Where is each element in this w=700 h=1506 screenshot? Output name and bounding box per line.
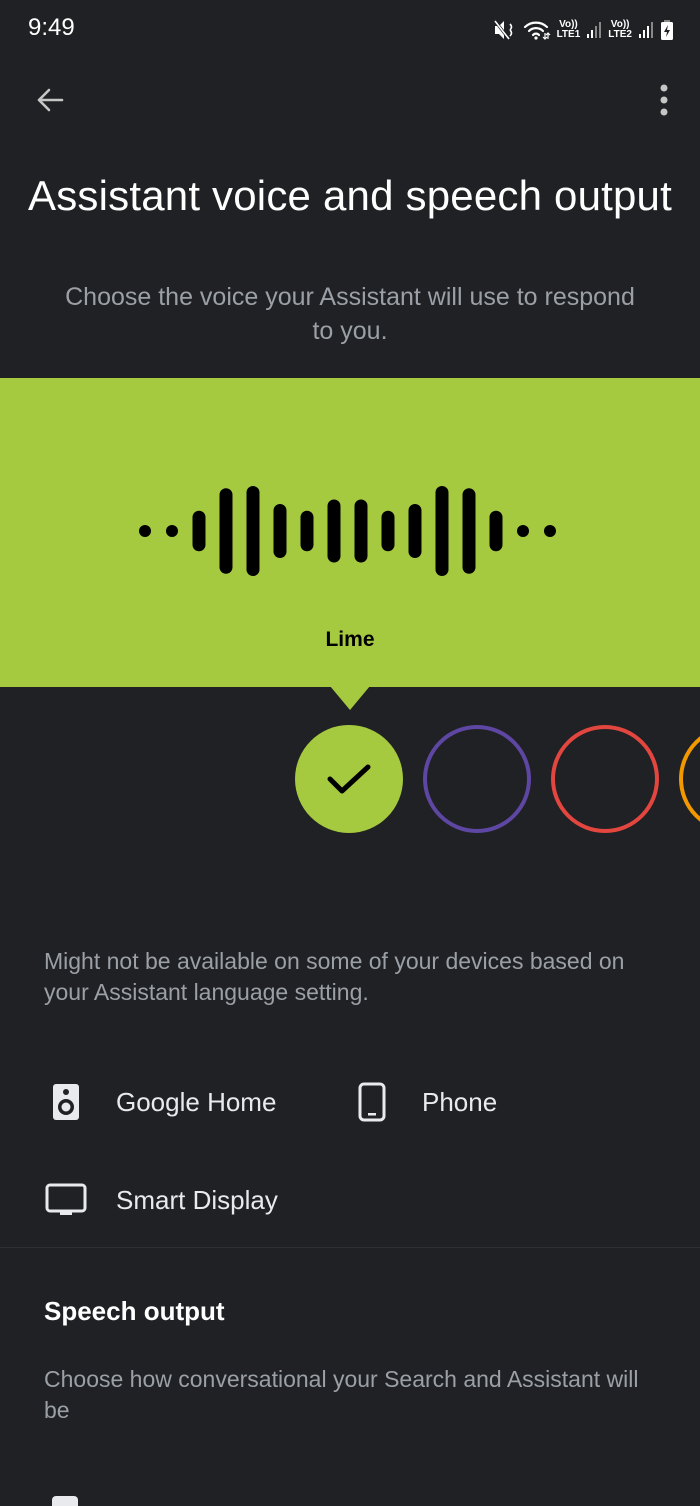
arrow-back-icon [37,88,64,112]
battery-charging-icon [660,19,674,41]
sim1-label: Vo)) LTE1 [557,20,581,40]
waveform-bar [300,510,314,552]
waveform-bar [381,510,395,552]
waveform-bar [166,525,178,537]
status-icons: Vo)) LTE1 Vo)) LTE2 [493,14,674,46]
waveform-bar [354,499,368,563]
device-label: Phone [422,1086,498,1117]
signal-sim1-icon [586,19,602,41]
voice-preview-banner[interactable]: Lime [0,378,700,687]
sim2-label: Vo)) LTE2 [608,20,632,40]
wifi-icon [523,19,551,41]
partial-option-icon [52,1496,78,1506]
app-bar [0,60,700,140]
signal-sim2-icon [638,19,654,41]
checkmark-icon [327,764,371,794]
sim1-lte: LTE1 [556,29,581,40]
device-label: Google Home [116,1086,277,1117]
device-phone: Phone [350,1080,497,1124]
voice-option-lime[interactable] [295,725,403,833]
waveform-bar [408,504,422,558]
waveform-bar [489,510,503,552]
voice-waveform [139,486,556,576]
selected-voice-name: Lime [325,628,375,651]
waveform-bar [219,488,233,574]
back-button[interactable] [28,80,72,120]
page-title: Assistant voice and speech output [27,172,672,219]
status-time: 9:49 [28,14,75,41]
sim2-lte: LTE2 [608,29,632,40]
mute-icon [493,19,517,41]
device-google-home: Google Home [44,1080,276,1124]
waveform-bar [462,488,476,574]
section-divider [0,1247,700,1248]
page-subtitle: Choose the voice your Assistant will use… [65,283,635,345]
speaker-icon [44,1080,88,1124]
availability-note: Might not be available on some of your d… [44,948,625,1005]
waveform-bar [544,525,556,537]
voice-option-orange[interactable] [679,725,700,833]
waveform-bar [273,504,287,558]
speech-output-title: Speech output [44,1296,225,1326]
waveform-bar [246,486,260,576]
selection-pointer [330,686,370,710]
more-options-button[interactable] [652,80,676,120]
waveform-bar [139,525,151,537]
voice-option-red[interactable] [551,725,659,833]
status-bar: 9:49 Vo)) LTE1 Vo)) LTE2 [0,0,700,60]
device-label: Smart Display [116,1184,278,1215]
speech-output-description: Choose how conversational your Search an… [44,1366,639,1423]
voice-option-purple[interactable] [423,725,531,833]
display-icon [44,1178,88,1222]
waveform-bar [435,486,449,576]
more-vert-icon [660,84,668,116]
waveform-bar [192,510,206,552]
phone-icon [350,1080,394,1124]
device-smart-display: Smart Display [44,1178,278,1222]
waveform-bar [517,525,529,537]
waveform-bar [327,499,341,563]
